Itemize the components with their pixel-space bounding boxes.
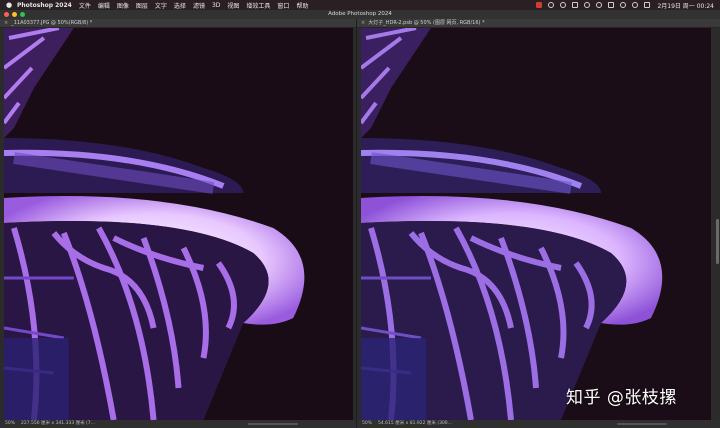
tower-photo-right	[361, 28, 711, 420]
document-tab-left[interactable]: × _11A03377.JPG @ 50%(RGB/8) *	[0, 19, 356, 28]
image-canvas-right[interactable]	[361, 28, 711, 420]
play-icon[interactable]	[596, 2, 603, 8]
menu-select[interactable]: 选择	[174, 1, 186, 10]
horizontal-scrollbar[interactable]	[248, 423, 298, 425]
status-bar-right: 50% 54.615 厘米 x 81.922 厘米 (300...	[357, 420, 720, 428]
watermark-text: 知乎 @张枝摞	[566, 388, 677, 408]
document-window-left: × _11A03377.JPG @ 50%(RGB/8) * 50% 227.5…	[0, 19, 356, 428]
document-window-right: ×大灯子_HDR-2.psb @ 50% (图层 网页, RGB/16) *	[357, 19, 720, 428]
zoom-level[interactable]: 50%	[5, 420, 15, 428]
menubar-clock[interactable]: 2月19日 周一 00:24	[657, 1, 714, 10]
display-icon[interactable]	[572, 2, 579, 8]
status-bar-left: 50% 227.556 厘米 x 341.333 厘米 (7...	[0, 420, 356, 428]
menu-file[interactable]: 文件	[79, 1, 91, 10]
document-tab-label: _11A03377.JPG @ 50%(RGB/8) *	[11, 20, 93, 26]
menu-bar: ● Photoshop 2024 文件 编辑 图像 图层 文字 选择 滤镜 3D…	[0, 0, 720, 10]
search-icon[interactable]	[632, 2, 639, 8]
control-center-icon[interactable]	[644, 2, 651, 8]
close-tab-icon[interactable]: ×	[361, 19, 365, 27]
menu-layer[interactable]: 图层	[136, 1, 148, 10]
horizontal-scrollbar[interactable]	[617, 423, 667, 425]
close-tab-icon[interactable]: ×	[4, 19, 8, 27]
tower-photo-left	[4, 28, 353, 420]
app-status-icon[interactable]	[536, 2, 543, 8]
menu-plugins[interactable]: 增效工具	[246, 1, 270, 10]
scrollbar-thumb[interactable]	[716, 219, 719, 264]
menu-3d[interactable]: 3D	[212, 2, 220, 9]
menu-filter[interactable]: 滤镜	[193, 1, 205, 10]
zoom-level[interactable]: 50%	[362, 420, 372, 428]
document-tab-label: 大灯子_HDR-2.psb @ 50% (图层 网页, RGB/16) *	[368, 20, 485, 26]
menu-type[interactable]: 文字	[155, 1, 167, 10]
record-icon[interactable]	[548, 2, 555, 8]
image-canvas-left[interactable]	[4, 28, 353, 420]
document-size: 54.615 厘米 x 81.922 厘米 (300...	[378, 421, 452, 426]
battery-icon[interactable]	[608, 2, 615, 8]
menu-window[interactable]: 窗口	[277, 1, 289, 10]
vertical-scrollbar[interactable]	[715, 29, 719, 419]
document-tab-right[interactable]: × 大灯子_HDR-2.psb @ 50% (图层 网页, RGB/16) *	[357, 19, 720, 28]
app-menu-name[interactable]: Photoshop 2024	[17, 2, 72, 9]
menu-view[interactable]: 视图	[227, 1, 239, 10]
clock-status-icon[interactable]	[584, 2, 591, 8]
wifi-icon[interactable]	[620, 2, 627, 8]
window-title: Adobe Photoshop 2024	[328, 11, 392, 17]
menu-image[interactable]: 图像	[117, 1, 129, 10]
menu-help[interactable]: 帮助	[296, 1, 308, 10]
document-size: 227.556 厘米 x 341.333 厘米 (7...	[21, 421, 95, 426]
chat-icon[interactable]	[560, 2, 567, 8]
menu-edit[interactable]: 编辑	[98, 1, 110, 10]
status-menu-area: 2月19日 周一 00:24	[530, 0, 714, 10]
apple-icon[interactable]: ●	[6, 1, 12, 9]
